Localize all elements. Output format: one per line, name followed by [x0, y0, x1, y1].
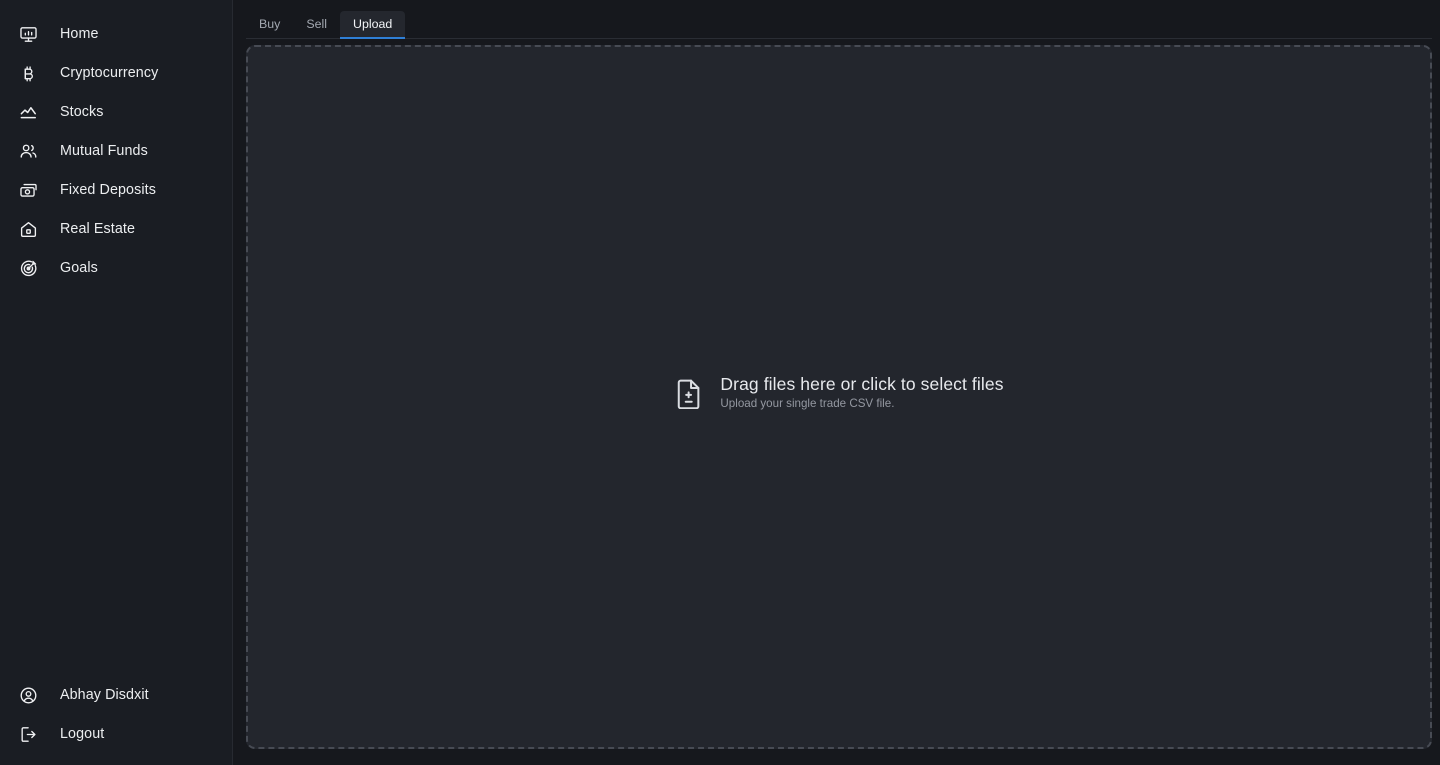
banknotes-icon	[17, 180, 39, 202]
dropzone-text: Drag files here or click to select files…	[720, 374, 1004, 411]
sidebar-item-fixed-deposits[interactable]: Fixed Deposits	[0, 174, 232, 207]
sidebar-item-profile[interactable]: Abhay Disdxit	[0, 679, 231, 712]
dropzone-title: Drag files here or click to select files	[720, 374, 1004, 394]
sidebar-item-label: Goals	[60, 260, 98, 277]
sidebar-primary-nav: Home Cryptocurrency Stocks Mutual Funds …	[0, 0, 232, 291]
tab-sell[interactable]: Sell	[293, 11, 340, 39]
users-icon	[17, 141, 39, 163]
bitcoin-icon	[17, 63, 39, 85]
tab-upload[interactable]: Upload	[340, 11, 406, 39]
sidebar-item-label: Logout	[60, 726, 105, 743]
sidebar-footer-nav: Abhay Disdxit Logout	[0, 673, 231, 757]
sidebar-item-cryptocurrency[interactable]: Cryptocurrency	[0, 57, 232, 90]
dropzone-container: Drag files here or click to select files…	[246, 39, 1432, 765]
user-circle-icon	[17, 685, 39, 707]
sidebar-item-label: Stocks	[60, 104, 104, 121]
sidebar-item-label: Mutual Funds	[60, 143, 148, 160]
monitor-chart-icon	[17, 24, 39, 46]
app-root: Home Cryptocurrency Stocks Mutual Funds …	[0, 0, 1440, 765]
tab-buy[interactable]: Buy	[246, 11, 293, 39]
sidebar-item-label: Real Estate	[60, 221, 136, 238]
logout-icon	[17, 724, 39, 746]
file-diff-icon	[674, 376, 704, 410]
sidebar-item-label: Cryptocurrency	[60, 65, 159, 82]
dropzone-subtitle: Upload your single trade CSV file.	[720, 397, 895, 411]
dropzone-content: Drag files here or click to select files…	[674, 374, 1004, 411]
sidebar-item-goals[interactable]: Goals	[0, 252, 232, 285]
sidebar-item-real-estate[interactable]: Real Estate	[0, 213, 232, 246]
house-icon	[17, 219, 39, 241]
trade-tabs: Buy Sell Upload	[246, 0, 1432, 39]
sidebar-item-logout[interactable]: Logout	[0, 718, 231, 751]
sidebar-item-label: Fixed Deposits	[60, 182, 156, 199]
profile-name-label: Abhay Disdxit	[60, 687, 149, 704]
sidebar-item-home[interactable]: Home	[0, 18, 232, 51]
sidebar-item-stocks[interactable]: Stocks	[0, 96, 232, 129]
file-dropzone[interactable]: Drag files here or click to select files…	[246, 45, 1432, 749]
sidebar: Home Cryptocurrency Stocks Mutual Funds …	[0, 0, 233, 765]
main-content: Buy Sell Upload Drag files here or click…	[233, 0, 1440, 765]
sidebar-item-mutual-funds[interactable]: Mutual Funds	[0, 135, 232, 168]
target-icon	[17, 258, 39, 280]
sidebar-item-label: Home	[60, 26, 99, 43]
line-chart-icon	[17, 102, 39, 124]
